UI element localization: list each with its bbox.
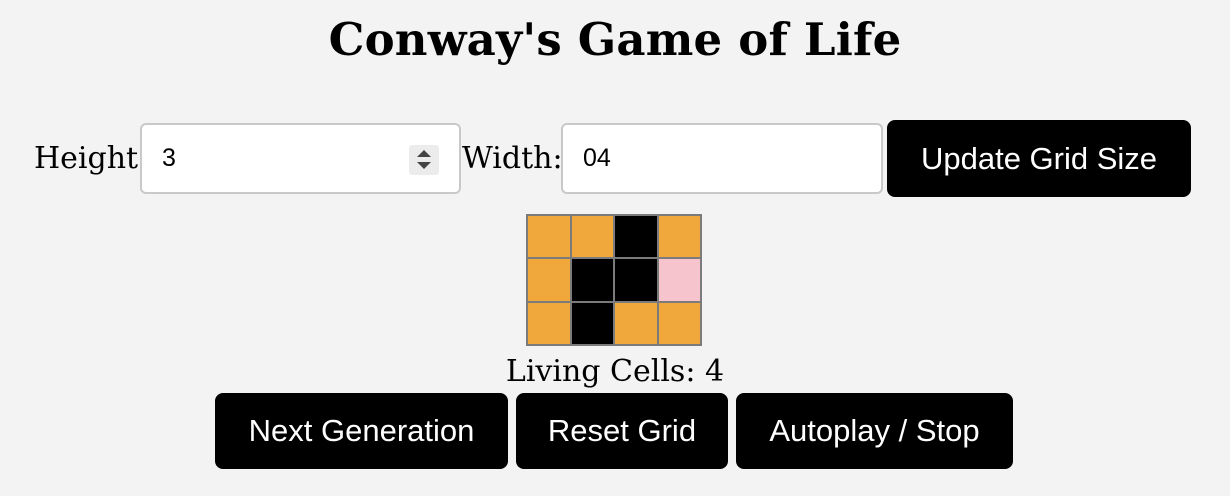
update-grid-size-button[interactable]: Update Grid Size [887,120,1191,197]
width-label: Width: [462,141,563,176]
height-input-value: 3 [162,144,176,172]
autoplay-stop-button[interactable]: Autoplay / Stop [736,393,1013,469]
grid-cell-0-3[interactable] [658,216,700,258]
spinner-down-icon[interactable] [417,162,431,169]
next-generation-button[interactable]: Next Generation [215,393,508,469]
page-title: Conway's Game of Life [328,13,902,66]
grid-cell-2-2[interactable] [615,302,657,344]
spinner-arrows-icon[interactable] [409,145,439,175]
height-label: Height: [34,141,149,176]
grid-cell-0-0[interactable] [528,216,570,258]
grid-cell-0-2[interactable] [615,216,657,258]
grid-cell-2-3[interactable] [658,302,700,344]
grid-cell-1-2[interactable] [615,259,657,301]
height-input[interactable]: 3 [140,123,461,194]
living-cells-label: Living Cells: [505,354,696,389]
grid-size-controls: Height: 3 Width: 04 Update Grid Size [0,120,1230,198]
life-grid [526,214,702,346]
spinner-up-icon[interactable] [417,150,431,157]
living-cells-status: Living Cells: 4 [0,352,1230,392]
grid-cell-0-1[interactable] [571,216,613,258]
grid-cell-2-1[interactable] [571,302,613,344]
grid-cell-1-1[interactable] [571,259,613,301]
grid-cell-1-3[interactable] [658,259,700,301]
width-input[interactable]: 04 [561,123,883,194]
grid-cell-2-0[interactable] [528,302,570,344]
reset-grid-button[interactable]: Reset Grid [516,393,728,469]
grid-cell-1-0[interactable] [528,259,570,301]
width-input-value: 04 [583,144,611,172]
living-cells-count: 4 [704,354,725,389]
